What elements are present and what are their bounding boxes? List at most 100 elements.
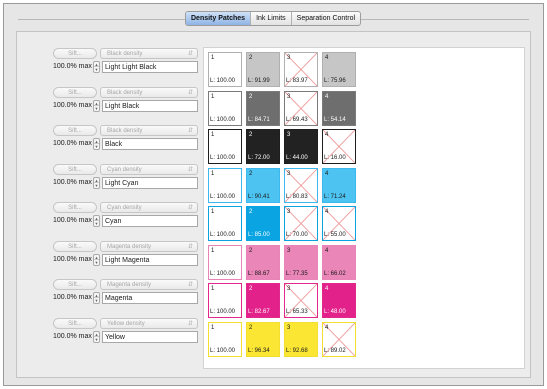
density-patch[interactable]: 3 L: 65.33 — [284, 283, 318, 318]
density-patch[interactable]: 4 L: 48.00 — [322, 283, 356, 318]
density-popup-label: Magenta density — [107, 243, 152, 250]
density-patch[interactable]: 2 L: 90.41 — [246, 167, 280, 203]
tab-separation-control[interactable]: Separation Control — [292, 12, 360, 25]
density-patch[interactable]: 1 L: 100.00 — [208, 129, 242, 164]
channel-name-field[interactable]: Magenta — [102, 292, 198, 304]
density-popup[interactable]: Cyan density ⇵ — [100, 163, 198, 175]
density-patch[interactable]: 4 L: 89.02 — [322, 321, 356, 357]
patch-number: 3 — [287, 324, 291, 331]
stepper-down-arrow-icon[interactable]: ▼ — [94, 106, 99, 111]
channel-name-field[interactable]: Light Cyan — [102, 176, 198, 189]
density-patch[interactable]: 2 L: 91.99 — [246, 52, 280, 87]
sift-button[interactable]: Sift... — [53, 163, 97, 175]
density-patch[interactable]: 4 L: 75.96 — [322, 52, 356, 87]
patch-lightness: L: 100.00 — [210, 309, 236, 315]
max-percent-stepper[interactable]: ▲ ▼ — [93, 61, 100, 73]
sift-button[interactable]: Sift... — [53, 240, 97, 252]
density-patch[interactable]: 1 L: 100.00 — [208, 206, 242, 241]
max-percent-stepper[interactable]: ▲ ▼ — [93, 330, 100, 343]
density-popup[interactable]: Yellow density ⇵ — [100, 317, 198, 329]
max-percent-stepper[interactable]: ▲ ▼ — [93, 253, 100, 266]
tab-density-patches[interactable]: Density Patches — [186, 12, 252, 25]
density-patch[interactable]: 1 L: 100.00 — [208, 90, 242, 126]
stepper-down-arrow-icon[interactable]: ▼ — [94, 221, 99, 226]
max-percent-stepper[interactable]: ▲ ▼ — [93, 176, 100, 189]
sift-button[interactable]: Sift... — [53, 317, 97, 329]
stepper-down-arrow-icon[interactable]: ▼ — [94, 260, 99, 265]
channel-name-field[interactable]: Yellow — [102, 330, 198, 343]
density-patch[interactable]: 4 L: 71.24 — [322, 167, 356, 203]
density-patch[interactable]: 2 L: 85.00 — [246, 206, 280, 241]
max-percent-stepper[interactable]: ▲ ▼ — [93, 99, 100, 112]
density-patch[interactable]: 1 L: 100.00 — [208, 167, 242, 203]
density-patch[interactable]: 1 L: 100.00 — [208, 321, 242, 357]
density-patch[interactable]: 4 L: 54.14 — [322, 90, 356, 126]
density-patch[interactable]: 1 L: 100.00 — [208, 244, 242, 280]
tab-bar: Density Patches Ink Limits Separation Co… — [4, 11, 543, 27]
density-patch[interactable]: 4 L: 55.00 — [322, 206, 356, 241]
density-popup-label: Black density — [107, 89, 143, 96]
density-patch[interactable]: 2 L: 88.67 — [246, 244, 280, 280]
stepper-down-arrow-icon[interactable]: ▼ — [94, 144, 99, 149]
stepper-down-arrow-icon[interactable]: ▼ — [94, 183, 99, 188]
density-patch[interactable]: 3 L: 44.00 — [284, 129, 318, 164]
patch-number: 2 — [249, 93, 253, 100]
density-patch[interactable]: 2 L: 72.00 — [246, 129, 280, 164]
density-patch[interactable]: 3 L: 77.35 — [284, 244, 318, 280]
density-patch[interactable]: 4 L: 16.00 — [322, 129, 356, 164]
density-patch[interactable]: 2 L: 96.34 — [246, 321, 280, 357]
sift-button[interactable]: Sift... — [53, 86, 97, 98]
stepper-down-arrow-icon[interactable]: ▼ — [94, 337, 99, 342]
patch-lightness: L: 48.00 — [324, 309, 346, 315]
sift-button[interactable]: Sift... — [53, 279, 97, 290]
patch-number: 2 — [249, 324, 253, 331]
popup-arrows-icon: ⇵ — [187, 89, 193, 96]
density-patch[interactable]: 2 L: 84.71 — [246, 90, 280, 126]
density-popup[interactable]: Magenta density ⇵ — [100, 279, 198, 290]
density-patch[interactable]: 3 L: 70.00 — [284, 206, 318, 241]
patch-lightness: L: 100.00 — [210, 347, 236, 354]
density-patch[interactable]: 1 L: 100.00 — [208, 283, 242, 318]
max-percent-stepper[interactable]: ▲ ▼ — [93, 292, 100, 304]
patch-lightness: L: 82.67 — [248, 309, 270, 315]
density-patch[interactable]: 3 L: 80.83 — [284, 167, 318, 203]
density-patch[interactable]: 2 L: 82.67 — [246, 283, 280, 318]
stepper-down-arrow-icon[interactable]: ▼ — [94, 67, 99, 72]
channel-name-field[interactable]: Light Light Black — [102, 61, 198, 73]
patch-number: 3 — [287, 286, 291, 292]
sift-button[interactable]: Sift... — [53, 125, 97, 136]
stepper-down-arrow-icon[interactable]: ▼ — [94, 298, 99, 303]
patch-lightness: L: 100.00 — [210, 270, 236, 277]
patch-number: 1 — [211, 132, 215, 138]
channel-name-field[interactable]: Light Black — [102, 99, 198, 112]
max-percent-stepper[interactable]: ▲ ▼ — [93, 215, 100, 227]
density-popup-label: Black density — [107, 128, 143, 134]
density-patch[interactable]: 3 L: 92.68 — [284, 321, 318, 357]
density-popup[interactable]: Black density ⇵ — [100, 48, 198, 59]
density-popup[interactable]: Magenta density ⇵ — [100, 240, 198, 252]
density-popup[interactable]: Black density ⇵ — [100, 125, 198, 136]
channel-row-light-cyan: Sift... Cyan density ⇵ 100.0% max ▲ ▼ Light Cy… — [53, 163, 203, 194]
tab-ink-limits[interactable]: Ink Limits — [251, 12, 292, 25]
max-percent-stepper[interactable]: ▲ ▼ — [93, 138, 100, 150]
patch-number: 1 — [211, 324, 215, 331]
density-patch[interactable]: 4 L: 66.02 — [322, 244, 356, 280]
patch-lightness: L: 92.68 — [286, 347, 308, 354]
max-percent-label: 100.0% max — [53, 140, 92, 147]
patch-lightness: L: 66.02 — [324, 270, 346, 277]
patch-number: 2 — [249, 286, 253, 292]
channel-name-field[interactable]: Black — [102, 138, 198, 150]
channel-name-field[interactable]: Light Magenta — [102, 253, 198, 266]
density-popup[interactable]: Cyan density ⇵ — [100, 202, 198, 213]
channel-name-field[interactable]: Cyan — [102, 215, 198, 227]
patch-lightness: L: 96.34 — [248, 347, 270, 354]
density-patch[interactable]: 3 L: 69.43 — [284, 90, 318, 126]
patch-number: 4 — [325, 209, 329, 215]
density-popup[interactable]: Black density ⇵ — [100, 86, 198, 98]
density-patch[interactable]: 1 L: 100.00 — [208, 52, 242, 87]
sift-button[interactable]: Sift... — [53, 48, 97, 59]
sift-button[interactable]: Sift... — [53, 202, 97, 213]
density-patch[interactable]: 3 L: 83.97 — [284, 52, 318, 87]
max-percent-label: 100.0% max — [53, 217, 92, 224]
max-percent-label: 100.0% max — [53, 255, 92, 263]
